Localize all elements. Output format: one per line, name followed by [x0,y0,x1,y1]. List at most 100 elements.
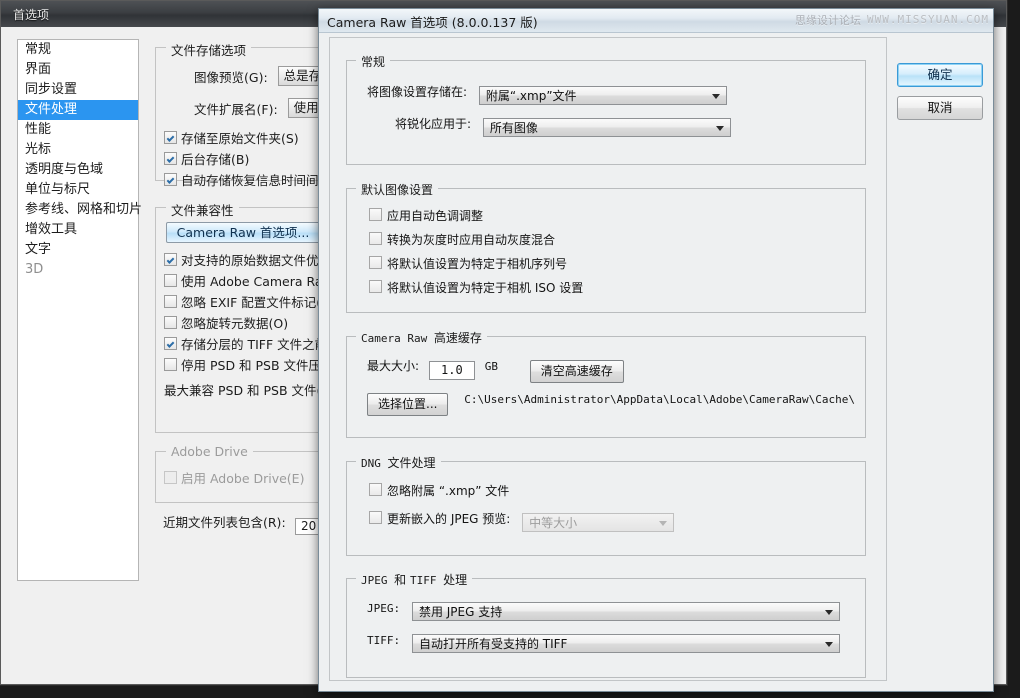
chevron-down-icon [659,520,668,526]
sidebar-item-guides-grid-slices[interactable]: 参考线、网格和切片 [18,200,142,220]
save-in-original-folder-row[interactable]: 存储至原始文件夹(S) [164,128,299,147]
default-camera-serial-checkbox[interactable] [369,256,382,269]
dng-file-handling-legend: DNG 文件处理 [356,454,441,471]
dialog-action-buttons: 确定 取消 [897,63,983,120]
jpeg-tiff-legend-jpeg: JPEG [361,574,395,587]
max-cache-size-input[interactable]: 1.0 [428,361,475,380]
ok-button[interactable]: 确定 [897,63,983,87]
use-acr-row[interactable]: 使用 Adobe Camera Raw [164,271,333,290]
autosave-recovery-label: 自动存储恢复信息时间间隔 [181,173,332,188]
sidebar-item-transparency-gamut[interactable]: 透明度与色域 [18,160,138,180]
enable-adobe-drive-row: 启用 Adobe Drive(E) [164,468,304,487]
auto-grayscale-mix-label: 转换为灰度时应用自动灰度混合 [387,233,556,247]
save-image-settings-row: 将图像设置存储在: 附属“.xmp”文件 [367,83,727,105]
jpeg-tiff-legend-cn: 处理 [443,573,468,587]
save-in-original-folder-label: 存储至原始文件夹(S) [181,131,299,146]
sidebar-item-general[interactable]: 常规 [18,40,138,60]
tiff-handling-combo[interactable]: 自动打开所有受支持的 TIFF [411,634,840,653]
jpeg-tiff-legend-tiff: TIFF [409,574,444,587]
camera-raw-cache-group: Camera Raw 高速缓存 最大大小: 1.0 GB 清空高速缓存 选择位置… [346,329,866,438]
watermark-url-text: WWW.MISSYUAN.COM [867,13,989,26]
use-acr-checkbox[interactable] [164,274,177,287]
max-cache-size-row: 最大大小: 1.0 GB 清空高速缓存 [367,357,624,383]
update-embedded-jpeg-checkbox[interactable] [369,511,382,524]
autosave-recovery-row[interactable]: 自动存储恢复信息时间间隔 [164,170,331,189]
adobe-drive-legend: Adobe Drive [166,444,253,459]
jpeg-handling-label: JPEG: [367,602,401,615]
chevron-down-icon [824,641,833,647]
jpeg-handling-value: 禁用 JPEG 支持 [418,605,503,619]
ignore-rotation-row[interactable]: 忽略旋转元数据(O) [164,313,288,332]
tiff-handling-value: 自动打开所有受支持的 TIFF [418,637,568,651]
default-camera-iso-row[interactable]: 将默认值设置为特定于相机 ISO 设置 [369,279,583,296]
jpeg-preview-size-value: 中等大小 [529,516,578,530]
file-compatibility-legend: 文件兼容性 [166,200,239,219]
jpeg-tiff-handling-group: JPEG 和 TIFF 处理 JPEG: 禁用 JPEG 支持 TIFF: 自动… [346,571,866,678]
camera-raw-preferences-button[interactable]: Camera Raw 首选项... [166,222,320,243]
jpeg-handling-combo[interactable]: 禁用 JPEG 支持 [411,602,840,621]
use-acr-label: 使用 Adobe Camera Raw [181,274,333,289]
sidebar-item-cursors[interactable]: 光标 [18,140,138,160]
preferences-window-title: 首选项 [13,8,50,22]
chevron-down-icon [824,609,833,615]
enable-adobe-drive-checkbox [164,471,177,484]
ignore-rotation-checkbox[interactable] [164,316,177,329]
purge-cache-button[interactable]: 清空高速缓存 [529,360,624,383]
auto-tone-checkbox[interactable] [369,208,382,221]
layered-tiff-checkbox[interactable] [164,337,177,350]
ignore-exif-row[interactable]: 忽略 EXIF 配置文件标记(X) [164,292,335,311]
sidebar-item-file-handling[interactable]: 文件处理 [18,100,138,120]
ignore-exif-checkbox[interactable] [164,295,177,308]
sidebar-item-sync-settings[interactable]: 同步设置 [18,80,138,100]
ignore-rotation-label: 忽略旋转元数据(O) [181,316,289,331]
cache-path-text: C:\Users\Administrator\AppData\Local\Ado… [464,393,856,406]
auto-grayscale-mix-checkbox[interactable] [369,232,382,245]
camera-raw-preferences-dialog: Camera Raw 首选项 (8.0.0.137 版) 思缘设计论坛 WWW.… [318,8,994,692]
auto-tone-row[interactable]: 应用自动色调调整 [369,207,483,224]
disable-psd-compression-row[interactable]: 停用 PSD 和 PSB 文件压缩 [164,355,334,374]
file-extension-label: 文件扩展名(F): [194,102,278,117]
sidebar-item-type[interactable]: 文字 [18,240,138,260]
jpeg-preview-size-combo[interactable]: 中等大小 [522,513,675,532]
camera-raw-dialog-titlebar: Camera Raw 首选项 (8.0.0.137 版) 思缘设计论坛 WWW.… [319,9,993,33]
select-cache-location-button[interactable]: 选择位置... [367,393,449,416]
chevron-down-icon [711,93,720,99]
ignore-sidecar-xmp-label: 忽略附属 “.xmp” 文件 [387,484,510,498]
update-embedded-jpeg-row: 更新嵌入的 JPEG 预览: 中等大小 [369,510,675,532]
sidebar-item-interface[interactable]: 界面 [18,60,138,80]
disable-psd-compression-checkbox[interactable] [164,358,177,371]
sidebar-item-units-rulers[interactable]: 单位与标尺 [18,180,138,200]
layered-tiff-label: 存储分层的 TIFF 文件之前 [181,337,328,352]
disable-psd-compression-label: 停用 PSD 和 PSB 文件压缩 [181,358,334,373]
prefer-raw-row[interactable]: 对支持的原始数据文件优先 [164,250,331,269]
preferences-category-list[interactable]: 常规 界面 同步设置 文件处理 性能 光标 透明度与色域 单位与标尺 参考线、网… [17,39,142,581]
jpeg-tiff-legend-and: 和 [394,573,410,587]
default-image-settings-legend: 默认图像设置 [356,181,439,198]
background-save-row[interactable]: 后台存储(B) [164,149,249,168]
background-save-checkbox[interactable] [164,152,177,165]
apply-sharpening-combo[interactable]: 所有图像 [482,118,731,137]
save-image-settings-label: 将图像设置存储在: [367,85,468,99]
autosave-recovery-checkbox[interactable] [164,173,177,186]
save-in-original-folder-checkbox[interactable] [164,131,177,144]
apply-sharpening-value: 所有图像 [489,121,538,135]
save-image-settings-combo[interactable]: 附属“.xmp”文件 [478,86,727,105]
site-watermark: 思缘设计论坛 WWW.MISSYUAN.COM [795,12,989,27]
sidebar-item-3d[interactable]: 3D [18,260,138,280]
camera-raw-dialog-title: Camera Raw 首选项 (8.0.0.137 版) [327,15,538,30]
apply-sharpening-label: 将锐化应用于: [395,117,472,131]
default-camera-iso-checkbox[interactable] [369,280,382,293]
camera-raw-cache-legend: Camera Raw 高速缓存 [356,329,487,346]
auto-grayscale-mix-row[interactable]: 转换为灰度时应用自动灰度混合 [369,231,555,248]
ignore-sidecar-xmp-row[interactable]: 忽略附属 “.xmp” 文件 [369,482,509,499]
layered-tiff-row[interactable]: 存储分层的 TIFF 文件之前 [164,334,327,353]
update-embedded-jpeg-label: 更新嵌入的 JPEG 预览: [387,512,511,526]
default-camera-serial-row[interactable]: 将默认值设置为特定于相机序列号 [369,255,567,272]
ignore-sidecar-xmp-checkbox[interactable] [369,483,382,496]
cancel-button[interactable]: 取消 [897,96,983,120]
prefer-raw-checkbox[interactable] [164,253,177,266]
sidebar-item-plugins[interactable]: 增效工具 [18,220,138,240]
chevron-down-icon [715,125,724,131]
sidebar-item-performance[interactable]: 性能 [18,120,138,140]
enable-adobe-drive-label: 启用 Adobe Drive(E) [181,471,305,486]
